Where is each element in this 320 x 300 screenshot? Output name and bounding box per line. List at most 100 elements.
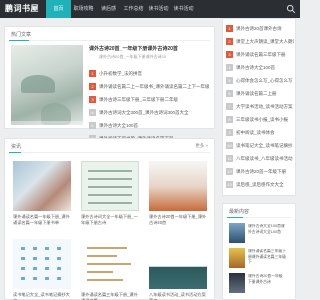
sidebar-card: 1 课外古诗20首课外古诗 2 课堂上大声朗读_课堂大人朗读 3 课外诵读名篇三年级下…	[222, 18, 296, 196]
sidebar-item-text[interactable]: 课外古诗大全100首	[236, 65, 275, 71]
articles-card: 资讯 更多 » 课外诵读名篇一年级下册_课外诵读名篇一年级下册书单 ☆ 文章阅读…	[4, 138, 215, 300]
rank-badge: 1	[89, 70, 96, 77]
nav-item-reading-activity-2[interactable]: 读书活动	[171, 0, 196, 18]
latest-item-text[interactable]: 课外古诗20首一年级下册课外古诗	[248, 274, 286, 292]
list-item[interactable]: 1 小升初数学_法的拼音	[89, 67, 213, 80]
list-item-text[interactable]: 课外古诗词大全300首_课外古诗词300首大全	[99, 110, 189, 116]
article-title[interactable]: 课外古诗词大全一年级下册_一年级下册古诗	[81, 214, 139, 226]
rank-badge: 5	[226, 77, 233, 84]
latest-item[interactable]: 课外古诗大全100首课外古诗词大全100首	[229, 223, 285, 245]
sidebar-item-text[interactable]: 八年级读书_八年级读书活动	[236, 156, 293, 162]
sidebar-item[interactable]: 11 八年级读书_八年级读书活动	[226, 152, 294, 165]
top-nav: 鹏词书屋 首页 职场攻略 读后感 工作总结 读书活动 读书活动	[0, 0, 300, 18]
hot-articles-title: 热门文章	[11, 32, 32, 38]
nav-item-home[interactable]: 首页	[46, 0, 71, 18]
featured-image[interactable]	[11, 45, 83, 125]
article-card[interactable]: 课外诵读名篇三年级下册_课外诵读名篇	[81, 239, 139, 300]
article-image[interactable]	[81, 161, 139, 211]
nav-item-reading-activity[interactable]: 读书活动	[146, 0, 171, 18]
sidebar-item[interactable]: 9 初中阅读_读书体会	[226, 126, 294, 139]
sidebar-item-text[interactable]: 读书笔记大全_读书笔记摘抄	[236, 143, 293, 149]
sidebar-item[interactable]: 5 心得体会怎么写_心得怎么写	[226, 74, 294, 87]
rank-badge: 3	[226, 51, 233, 58]
sidebar-item-text[interactable]: 课外诵读名篇三年级下册	[236, 52, 286, 58]
divider	[9, 40, 210, 41]
list-item[interactable]: 3 课外古诗三年级下册_三年级下册二年级	[89, 93, 213, 106]
rank-badge: 11	[226, 155, 233, 162]
article-card[interactable]: 课外古诗20首一年级下册_课外古诗20首 ☆ 文章阅读	[149, 161, 207, 246]
sidebar-item[interactable]: 2 课堂上大声朗读_课堂大人朗读	[226, 35, 294, 48]
sidebar-item-text[interactable]: 三年级读书小报_读书小报	[236, 117, 288, 123]
article-image[interactable]	[13, 161, 71, 211]
more-link[interactable]: 更多 »	[195, 143, 208, 149]
article-title[interactable]: 课外古诗20首一年级下册_课外古诗20首	[149, 214, 207, 226]
list-item[interactable]: 4 课外古诗词大全300首_课外古诗词300首大全	[89, 106, 213, 119]
sidebar-item[interactable]: 12 课外古诗20首一年级下册	[226, 165, 294, 178]
sidebar-item[interactable]: 10 读书笔记大全_读书笔记摘抄	[226, 139, 294, 152]
rank-badge: 9	[226, 129, 233, 136]
article-card[interactable]: 课外诵读名篇一年级下册_课外诵读名篇一年级下册书单 ☆ 文章阅读	[13, 161, 71, 246]
rank-badge: 2	[226, 38, 233, 45]
list-item-text[interactable]: 课外诵读名篇二上一年级书_课外诵读名篇二上下一年级	[99, 84, 210, 90]
list-item[interactable]: 5 课外古诗大全100首	[89, 119, 213, 132]
rank-badge: 4	[226, 64, 233, 71]
title-underline	[227, 217, 243, 218]
rank-badge: 1	[226, 25, 233, 32]
latest-item[interactable]: 课外诵读名篇三年级下册课外诵读名篇三年级下	[229, 248, 286, 270]
title-underline	[9, 40, 29, 41]
nav-item-reading-notes[interactable]: 读后感	[96, 0, 121, 18]
article-title[interactable]: 课外诵读名篇一年级下册_课外诵读名篇一年级下册书单	[13, 214, 71, 226]
sidebar-item-text[interactable]: 初中阅读_读书体会	[236, 130, 275, 136]
article-image[interactable]	[13, 239, 71, 289]
sidebar-item[interactable]: 3 课外诵读名篇三年级下册	[226, 48, 294, 61]
rank-badge: 12	[226, 168, 233, 175]
latest-thumbnail[interactable]	[229, 223, 245, 243]
rank-badge: 10	[226, 142, 233, 149]
sidebar-item[interactable]: 13 读后感_读后感作文大全	[226, 178, 294, 191]
rank-badge: 8	[226, 116, 233, 123]
sidebar-item[interactable]: 6 课外诵读名篇二上册	[226, 87, 294, 100]
latest-thumbnail[interactable]	[229, 273, 245, 293]
search-icon[interactable]	[286, 4, 296, 14]
latest-item[interactable]: 课外古诗20首一年级下册课外古诗	[229, 273, 285, 295]
article-image[interactable]	[81, 239, 139, 289]
sidebar-item[interactable]: 8 三年级读书小报_读书小报	[226, 113, 294, 126]
sidebar-item[interactable]: 1 课外古诗20首课外古诗	[226, 22, 294, 35]
hot-lead-title[interactable]: 课外古诗20首_一年级下册课外古诗20首	[89, 45, 213, 52]
sidebar-item-text[interactable]: 课外古诗20首课外古诗	[236, 26, 282, 32]
article-image[interactable]	[149, 239, 207, 289]
list-item-text[interactable]: 课外古诗大全100首	[99, 123, 138, 129]
article-card[interactable]: 八年级读书活动_读书活动方案范文	[149, 239, 207, 300]
hot-lead-article[interactable]: 课外古诗20首_一年级下册课外古诗20首 课外古诗20首_一年级下册课外古诗20	[89, 45, 213, 67]
rank-badge: 7	[226, 103, 233, 110]
sidebar-item-text[interactable]: 大学读书活动_读书活动方案	[236, 104, 293, 110]
nav-item-work-summary[interactable]: 工作总结	[121, 0, 146, 18]
latest-thumbnail[interactable]	[229, 248, 245, 268]
divider	[9, 152, 210, 153]
sidebar-item-text[interactable]: 课外诵读名篇二上册	[236, 91, 277, 97]
site-logo[interactable]: 鹏词书屋	[5, 3, 39, 14]
rank-badge: 4	[89, 109, 96, 116]
article-card[interactable]: 课外古诗词大全一年级下册_一年级下册古诗 ☆ 文章阅读	[81, 161, 139, 246]
rank-badge: 5	[89, 122, 96, 129]
sidebar-item[interactable]: 7 大学读书活动_读书活动方案	[226, 100, 294, 113]
latest-card: 最新内容 课外古诗大全100首课外古诗词大全100首 课外诵读名篇三年级下册课外…	[222, 203, 296, 300]
article-title[interactable]: 读书笔记大全_读书笔记摘抄大全	[13, 292, 71, 300]
article-image[interactable]	[149, 161, 207, 211]
sidebar-item-text[interactable]: 课外古诗20首一年级下册	[236, 169, 286, 175]
list-item-text[interactable]: 小升初数学_法的拼音	[99, 71, 142, 77]
article-title[interactable]: 八年级读书活动_读书活动方案范文	[149, 292, 207, 300]
sidebar-item[interactable]: 4 课外古诗大全100首	[226, 61, 294, 74]
sidebar-item-text[interactable]: 课堂上大声朗读_课堂大人朗读	[236, 39, 294, 45]
sidebar-item-text[interactable]: 读后感_读后感作文大全	[236, 182, 284, 188]
list-item[interactable]: 2 课外诵读名篇二上一年级书_课外诵读名篇二上下一年级	[89, 80, 213, 93]
hot-articles-list: 课外古诗20首_一年级下册课外古诗20首 课外古诗20首_一年级下册课外古诗20…	[89, 45, 213, 145]
list-item-text[interactable]: 课外古诗三年级下册_三年级下册二年级	[99, 97, 178, 103]
latest-item-text[interactable]: 课外诵读名篇三年级下册课外诵读名篇三年级下	[248, 249, 286, 267]
article-title[interactable]: 课外诵读名篇三年级下册_课外诵读名篇	[81, 292, 139, 300]
article-card[interactable]: 读书笔记大全_读书笔记摘抄大全	[13, 239, 71, 300]
rank-badge: 3	[89, 96, 96, 103]
nav-item-career[interactable]: 职场攻略	[71, 0, 96, 18]
sidebar-item-text[interactable]: 心得体会怎么写_心得怎么写	[236, 78, 293, 84]
latest-item-text[interactable]: 课外古诗大全100首课外古诗词大全100首	[248, 224, 286, 242]
